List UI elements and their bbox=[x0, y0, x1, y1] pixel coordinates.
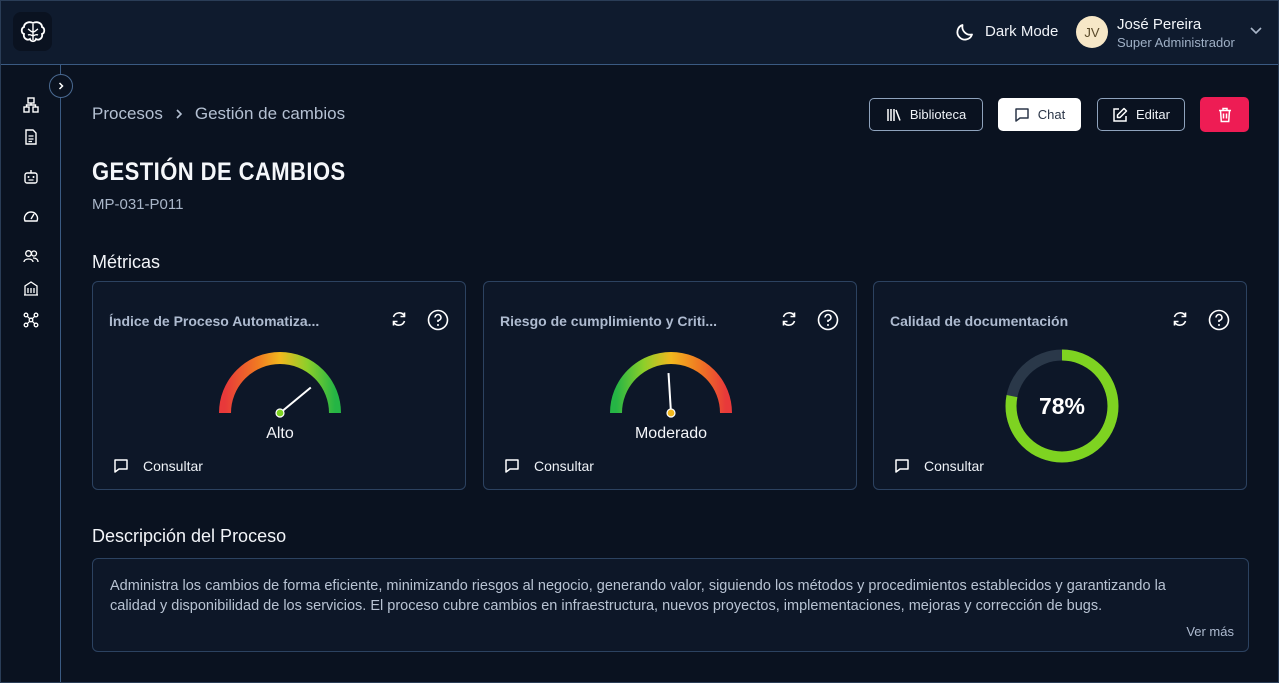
description-box: Administra los cambios de forma eficient… bbox=[92, 558, 1249, 652]
donut-chart: 78% bbox=[1005, 349, 1119, 463]
chat-label: Chat bbox=[1037, 107, 1066, 122]
gauge-chart bbox=[219, 352, 341, 418]
refresh-icon[interactable] bbox=[390, 310, 408, 328]
users-icon[interactable] bbox=[22, 247, 40, 265]
avatar[interactable]: JV bbox=[1076, 16, 1108, 48]
metric-card-compliance-risk: Riesgo de cumplimiento y Criti... Modera… bbox=[483, 281, 857, 490]
help-icon[interactable] bbox=[427, 309, 449, 331]
brain-icon bbox=[20, 20, 45, 42]
consult-button[interactable]: Consultar bbox=[113, 458, 203, 474]
library-button[interactable]: Biblioteca bbox=[869, 98, 983, 131]
user-name: José Pereira bbox=[1117, 16, 1202, 33]
metric-title: Calidad de documentación bbox=[890, 313, 1069, 329]
processes-icon[interactable] bbox=[22, 96, 40, 114]
gauge-needle bbox=[667, 373, 672, 414]
refresh-icon[interactable] bbox=[780, 310, 798, 328]
edit-button[interactable]: Editar bbox=[1097, 98, 1185, 131]
edit-icon bbox=[1113, 107, 1128, 122]
app-logo[interactable] bbox=[13, 12, 52, 51]
moon-icon bbox=[956, 24, 973, 41]
user-role: Super Administrador bbox=[1117, 35, 1235, 50]
gauge-chart bbox=[610, 352, 732, 418]
metrics-section-title: Métricas bbox=[92, 252, 161, 272]
breadcrumb: Procesos Gestión de cambios bbox=[92, 104, 345, 124]
building-icon[interactable] bbox=[22, 279, 40, 297]
help-icon[interactable] bbox=[1208, 309, 1230, 331]
consult-button[interactable]: Consultar bbox=[504, 458, 594, 474]
consult-label: Consultar bbox=[534, 458, 594, 474]
delete-button[interactable] bbox=[1200, 97, 1249, 132]
process-code: MP-031-P011 bbox=[92, 196, 184, 213]
chevron-down-icon[interactable] bbox=[1249, 26, 1263, 36]
metric-card-documentation-quality: Calidad de documentación 78% Consultar bbox=[873, 281, 1247, 490]
top-bar: Dark Mode JV José Pereira Super Administ… bbox=[0, 0, 1279, 65]
page-title: GESTIÓN DE CAMBIOS bbox=[92, 158, 346, 186]
consult-label: Consultar bbox=[924, 458, 984, 474]
trash-icon bbox=[1218, 107, 1231, 122]
gauge-label: Alto bbox=[266, 425, 294, 442]
gauge-hub bbox=[275, 408, 285, 418]
gauge-label: Moderado bbox=[634, 425, 708, 442]
sidebar bbox=[0, 65, 61, 683]
chevron-right-icon bbox=[58, 82, 64, 90]
document-icon[interactable] bbox=[22, 128, 40, 146]
metric-title: Índice de Proceso Automatiza... bbox=[109, 313, 320, 329]
integrations-icon[interactable] bbox=[22, 311, 40, 329]
chat-icon bbox=[505, 459, 519, 473]
consult-button[interactable]: Consultar bbox=[894, 458, 984, 474]
library-label: Biblioteca bbox=[909, 107, 967, 122]
breadcrumb-item-procesos[interactable]: Procesos bbox=[92, 104, 163, 124]
dark-mode-label: Dark Mode bbox=[985, 22, 1059, 40]
description-section-title: Descripción del Proceso bbox=[92, 526, 287, 546]
dashboard-icon[interactable] bbox=[22, 207, 40, 225]
consult-label: Consultar bbox=[143, 458, 203, 474]
sidebar-toggle-button[interactable] bbox=[49, 74, 73, 98]
refresh-icon[interactable] bbox=[1171, 310, 1189, 328]
donut-value: 78% bbox=[1039, 393, 1085, 419]
chat-icon bbox=[114, 459, 128, 473]
bot-icon[interactable] bbox=[22, 168, 40, 186]
library-icon bbox=[887, 108, 901, 121]
metric-title: Riesgo de cumplimiento y Criti... bbox=[500, 313, 718, 329]
chevron-right-icon bbox=[176, 109, 183, 119]
help-icon[interactable] bbox=[817, 309, 839, 331]
gauge-needle bbox=[279, 386, 312, 414]
edit-label: Editar bbox=[1136, 107, 1170, 122]
chat-icon bbox=[1015, 107, 1029, 122]
dark-mode-toggle[interactable]: Dark Mode bbox=[955, 20, 1058, 42]
metric-card-automation: Índice de Proceso Automatiza... Alto Con… bbox=[92, 281, 466, 490]
chat-icon bbox=[895, 459, 909, 473]
chat-button[interactable]: Chat bbox=[998, 98, 1081, 131]
breadcrumb-item-current: Gestión de cambios bbox=[194, 104, 346, 123]
see-more-link[interactable]: Ver más bbox=[1186, 624, 1234, 639]
gauge-hub bbox=[666, 408, 676, 418]
description-text: Administra los cambios de forma eficient… bbox=[110, 578, 1166, 614]
